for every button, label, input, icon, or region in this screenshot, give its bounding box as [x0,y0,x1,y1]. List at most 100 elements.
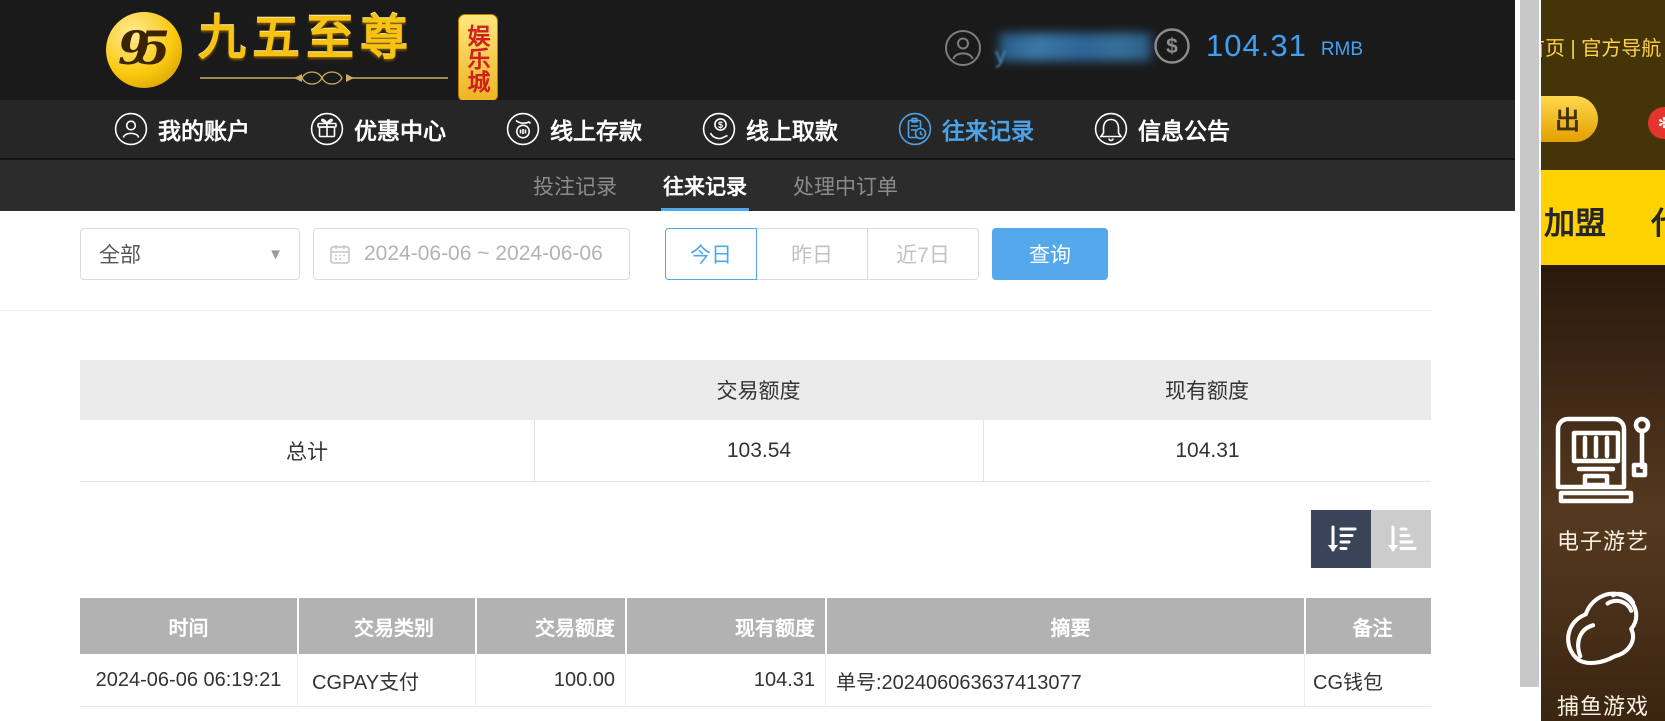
nav-label: 我的账户 [158,118,250,144]
summary-header-row: 交易额度 现有额度 [80,360,1431,420]
nav-item-announcements[interactable]: 信息公告 [1094,112,1230,146]
quick-btn-today[interactable]: 今日 [665,228,757,280]
nav-item-withdraw[interactable]: $ 线上取款 [702,112,838,146]
slot-machine-icon [1555,416,1651,504]
dollar-circle-icon: $ [1154,28,1190,64]
user-avatar-icon [945,30,981,66]
sort-desc-icon [1327,525,1357,552]
logo-name: 九五至尊 [198,12,415,65]
nav-label: 线上存款 [550,118,642,144]
menu-item-slots[interactable]: 电子游艺 [1541,405,1665,556]
sort-controls [1311,510,1431,568]
cell-time: 2024-06-06 06:19:21 [95,668,282,691]
bell-icon [1094,112,1128,146]
col-trade-amount: 交易额度 [475,598,625,654]
records-header-row: 时间 交易类别 交易额度 现有额度 摘要 备注 [80,598,1431,654]
nav-label: 优惠中心 [354,118,446,144]
cell-remark: CG钱包 [1304,654,1431,706]
nav-item-promotions[interactable]: 优惠中心 [310,112,446,146]
logo-95-icon: 95 [106,12,182,88]
cell-trade-amount: 100.00 [475,654,625,706]
search-button[interactable]: 查询 [992,228,1108,280]
date-range-value: 2024-06-06 ~ 2024-06-06 [364,242,603,265]
summary-col-empty [80,360,534,420]
logo-badge: 娱乐城 [458,14,498,102]
menu-item-fishing[interactable]: 捕鱼游戏 [1541,578,1665,721]
tab-transaction-records[interactable]: 往来记录 [661,160,749,211]
cell-trade-type: CGPAY支付 [297,654,475,706]
col-current-amount: 现有额度 [625,598,825,654]
user-circle-icon [114,112,148,146]
header-balance: $ 104.31 RMB [1152,26,1363,66]
type-select-value: 全部 [99,244,141,267]
svg-text:$: $ [1166,35,1178,58]
censor-blur [999,33,1151,61]
balance-amount: 104.31 [1206,28,1307,63]
nav-label: 信息公告 [1138,118,1230,144]
svg-text:$: $ [718,120,723,130]
top-header: 95 九五至尊 娱乐城 y $ 104.31 RMB [0,0,1515,102]
nav-label: 往来记录 [942,118,1034,144]
menu-label: 电子游艺 [1556,529,1649,554]
type-select[interactable]: 全部 ▼ [80,228,300,280]
col-summary: 摘要 [825,598,1304,654]
conch-shell-icon [1566,591,1639,666]
nav-item-transactions[interactable]: 往来记录 [898,112,1034,146]
vertical-scrollbar [1520,0,1539,721]
join-banner: 加盟 代 [1541,170,1665,265]
chevron-down-icon: ▼ [268,245,283,263]
username-censored: y [993,31,1151,68]
nav-item-deposit[interactable]: 线上存款 [506,112,642,146]
home-nav-links[interactable]: 首页 | 官方导航 [1541,32,1665,61]
sub-tab-bar: 投注记录 往来记录 处理中订单 [0,158,1515,211]
summary-col-current-amount: 现有额度 [1165,380,1249,403]
gift-icon [310,112,344,146]
sort-ascending-button[interactable] [1371,510,1431,568]
deposit-icon [506,112,540,146]
records-table: 时间 交易类别 交易额度 现有额度 摘要 备注 2024-06-06 06:19… [80,598,1431,707]
quick-btn-last7days[interactable]: 近7日 [867,228,979,280]
balance-currency: RMB [1320,39,1364,60]
header-user[interactable]: y [943,28,1151,68]
col-trade-type: 交易类别 [297,598,475,654]
content-area: 全部 ▼ 2024-06-06 ~ 2024-06-06 今日 昨日 近7日 查… [0,211,1515,721]
logo-flourish-icon [200,71,448,85]
summary-table: 交易额度 现有额度 总计 103.54 104.31 [80,360,1431,482]
quick-btn-yesterday[interactable]: 昨日 [756,228,868,280]
withdraw-icon: $ [702,112,736,146]
games-menu: 电子游艺 捕鱼游戏 [1541,265,1665,721]
summary-current-amount: 104.31 [983,420,1431,481]
side-panel: 首页 | 官方导航 出 ✻ 加盟 代 [1541,0,1665,721]
summary-total-row: 总计 103.54 104.31 [80,420,1431,482]
date-range-picker[interactable]: 2024-06-06 ~ 2024-06-06 [313,228,630,280]
clipped-label: 代 [1651,198,1665,243]
menu-label: 捕鱼游戏 [1556,694,1649,719]
calendar-icon [330,245,350,264]
summary-trade-amount: 103.54 [534,420,983,481]
nav-label: 线上取款 [746,118,838,144]
records-icon [898,112,932,146]
main-nav: 我的账户 优惠中心 线上存款 $ 线上取款 往来记录 信息公告 [0,100,1515,158]
side-panel-top: 首页 | 官方导航 出 ✻ [1541,0,1665,170]
sort-descending-button[interactable] [1311,510,1371,568]
page: 95 九五至尊 娱乐城 y $ 104.31 RMB 我的账户 优惠中心 线上存… [0,0,1665,721]
logout-button[interactable]: 出 [1541,96,1598,142]
nav-item-my-account[interactable]: 我的账户 [114,112,250,146]
scrollbar-thumb[interactable] [1520,0,1539,687]
divider [0,310,1431,311]
site-logo[interactable]: 95 九五至尊 娱乐城 [106,8,498,102]
col-time: 时间 [168,617,209,640]
cell-current-amount: 104.31 [625,654,825,706]
badge-flower-icon[interactable]: ✻ [1648,107,1665,139]
tab-pending-orders[interactable]: 处理中订单 [793,160,898,211]
tab-bet-records[interactable]: 投注记录 [533,160,617,211]
quick-range-group: 今日 昨日 近7日 [665,228,979,280]
table-row: 2024-06-06 06:19:21 CGPAY支付 100.00 104.3… [80,654,1431,707]
cell-summary: 单号:202406063637413077 [825,654,1304,706]
summary-col-trade-amount: 交易额度 [716,380,801,403]
join-link[interactable]: 加盟 [1544,198,1606,243]
summary-total-label: 总计 [286,440,328,464]
username-fragment: y [995,43,1006,68]
col-remark: 备注 [1304,598,1431,654]
sort-asc-icon [1387,525,1417,552]
